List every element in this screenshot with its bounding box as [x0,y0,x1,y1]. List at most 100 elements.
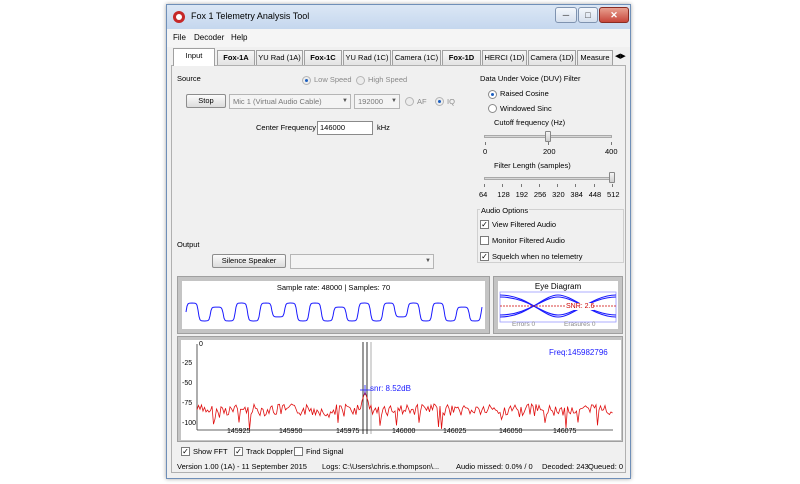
slider-tick [593,184,595,187]
fft-y-tick-0: 0 [199,341,203,348]
stop-button[interactable]: Stop [186,94,226,108]
filter-length-slider-thumb[interactable] [609,172,615,183]
fft-area: 0 -25 -50 -75 -100 145925 145950 145975 … [181,340,621,440]
af-label: AF [417,97,427,106]
monitor-filtered-audio-checkbox[interactable] [480,236,489,245]
find-signal-checkbox[interactable] [294,447,303,456]
chevron-down-icon: ▼ [391,98,397,104]
windowed-sinc-radio[interactable] [488,104,497,113]
status-version: Version 1.00 (1A) - 11 September 2015 [177,462,307,471]
status-decoded: Decoded: 243 [542,462,589,471]
fft-panel: 0 -25 -50 -75 -100 145925 145950 145975 … [177,336,623,442]
windowed-sinc-label: Windowed Sinc [500,104,552,113]
low-speed-label: Low Speed [314,75,352,84]
filter-length-label: Filter Length (samples) [494,161,571,170]
fft-y-tick-100: -100 [182,420,197,427]
minimize-button[interactable]: ─ [555,7,577,23]
view-filtered-audio-checkbox[interactable]: ✓ [480,220,489,229]
menu-decoder[interactable]: Decoder [194,33,224,42]
audio-waveform [185,302,483,322]
status-audio-missed: Audio missed: 0.0% / 0 [456,462,533,471]
close-button[interactable]: ✕ [599,7,629,23]
filter-length-slider-track[interactable] [484,177,612,180]
maximize-button[interactable]: □ [578,7,598,23]
slider-tick [502,184,504,187]
fft-x-tick: 146000 [392,428,416,435]
fft-x-tick: 146025 [443,428,467,435]
tab-scroll-arrows[interactable]: ◀▶ [615,52,629,64]
source-heading: Source [177,74,201,83]
audio-options-heading: Audio Options [480,206,530,215]
center-frequency-input[interactable]: 146000 [317,121,373,135]
menu-file[interactable]: File [173,33,186,42]
tab-measure[interactable]: Measure [577,50,613,65]
status-bar: Version 1.00 (1A) - 11 September 2015 Lo… [172,462,627,473]
fft-x-tick: 145975 [336,428,360,435]
sample-rate-select[interactable]: 192000 ▼ [354,94,400,109]
eye-diagram-panel: Eye Diagram SNR: 2.6 Errors 0 Erasures 0 [493,276,623,334]
filter-length-tick-label: 192 [515,190,529,199]
tab-yu-rad-1c[interactable]: YU Rad (1C) [343,50,391,65]
fft-y-tick-75: -75 [182,400,193,407]
tab-fox-1c[interactable]: Fox-1C [304,50,342,65]
title-bar[interactable]: Fox 1 Telemetry Analysis Tool ─ □ ✕ [167,5,630,29]
af-radio[interactable] [405,97,414,106]
input-panel: Source Low Speed High Speed Stop Mic 1 (… [171,65,626,473]
show-fft-label: Show FFT [193,447,228,456]
menu-bar: File Decoder Help [167,29,630,47]
filter-length-tick-label: 384 [570,190,583,199]
fft-x-tick: 146050 [499,428,523,435]
audio-device-select[interactable]: Mic 1 (Virtual Audio Cable) ▼ [229,94,351,109]
squelch-label: Squelch when no telemetry [492,252,583,261]
slider-tick [548,142,549,145]
filter-length-tick-label: 128 [497,190,510,199]
status-logs: Logs: C:\Users\chris.e.thompson\... [322,462,440,471]
filter-length-tick-label: 256 [533,190,547,199]
tab-camera-1c[interactable]: Camera (1C) [392,50,441,65]
chevron-down-icon: ▼ [425,258,431,264]
tab-strip: Input Fox-1A YU Rad (1A) Fox-1C YU Rad (… [173,48,626,66]
cutoff-tick-0: 0 [483,147,488,156]
output-device-select[interactable]: ▼ [290,254,434,269]
slider-tick [557,184,559,187]
low-speed-radio[interactable] [302,76,311,85]
view-filtered-audio-label: View Filtered Audio [492,220,557,229]
track-doppler-checkbox[interactable]: ✓ [234,447,243,456]
cutoff-slider-thumb[interactable] [545,131,551,142]
menu-help[interactable]: Help [231,33,247,42]
tab-herci-1d[interactable]: HERCI (1D) [482,50,527,65]
tab-yu-rad-1a[interactable]: YU Rad (1A) [256,50,303,65]
high-speed-radio[interactable] [356,76,365,85]
audio-graph-area: Sample rate: 48000 | Samples: 70 [182,281,485,329]
squelch-checkbox[interactable]: ✓ [480,252,489,261]
fft-y-tick-50: -50 [182,380,193,387]
silence-speaker-button[interactable]: Silence Speaker [212,254,286,268]
tab-scroll-right-icon[interactable]: ▶ [620,53,625,60]
slider-tick [612,184,613,187]
show-fft-checkbox[interactable]: ✓ [181,447,190,456]
tab-input[interactable]: Input [173,48,215,66]
tab-fox-1a[interactable]: Fox-1A [217,50,255,65]
fft-x-tick: 145925 [227,428,251,435]
tab-camera-1d[interactable]: Camera (1D) [528,50,576,65]
high-speed-label: High Speed [368,75,408,84]
fft-y-tick-25: -25 [182,360,193,367]
fft-trace [196,390,613,430]
cutoff-tick-400: 400 [605,147,618,156]
iq-radio[interactable] [435,97,444,106]
eye-errors-count: Errors 0 [512,321,536,328]
filter-length-tick-label: 448 [588,190,602,199]
audio-device-value: Mic 1 (Virtual Audio Cable) [233,97,322,106]
tab-fox-1d[interactable]: Fox-1D [442,50,481,65]
fft-x-tick: 146075 [553,428,577,435]
raised-cosine-radio[interactable] [488,90,497,99]
eye-erasures-count: Erasures 0 [564,321,596,328]
status-queued: Queued: 0 [588,462,624,471]
window-title: Fox 1 Telemetry Analysis Tool [191,11,310,21]
find-signal-label: Find Signal [306,447,344,456]
slider-tick [484,184,485,187]
app-window: Fox 1 Telemetry Analysis Tool ─ □ ✕ File… [166,4,631,479]
output-heading: Output [177,240,200,249]
slider-tick [520,184,522,187]
audio-graph-panel: Sample rate: 48000 | Samples: 70 [177,276,490,334]
